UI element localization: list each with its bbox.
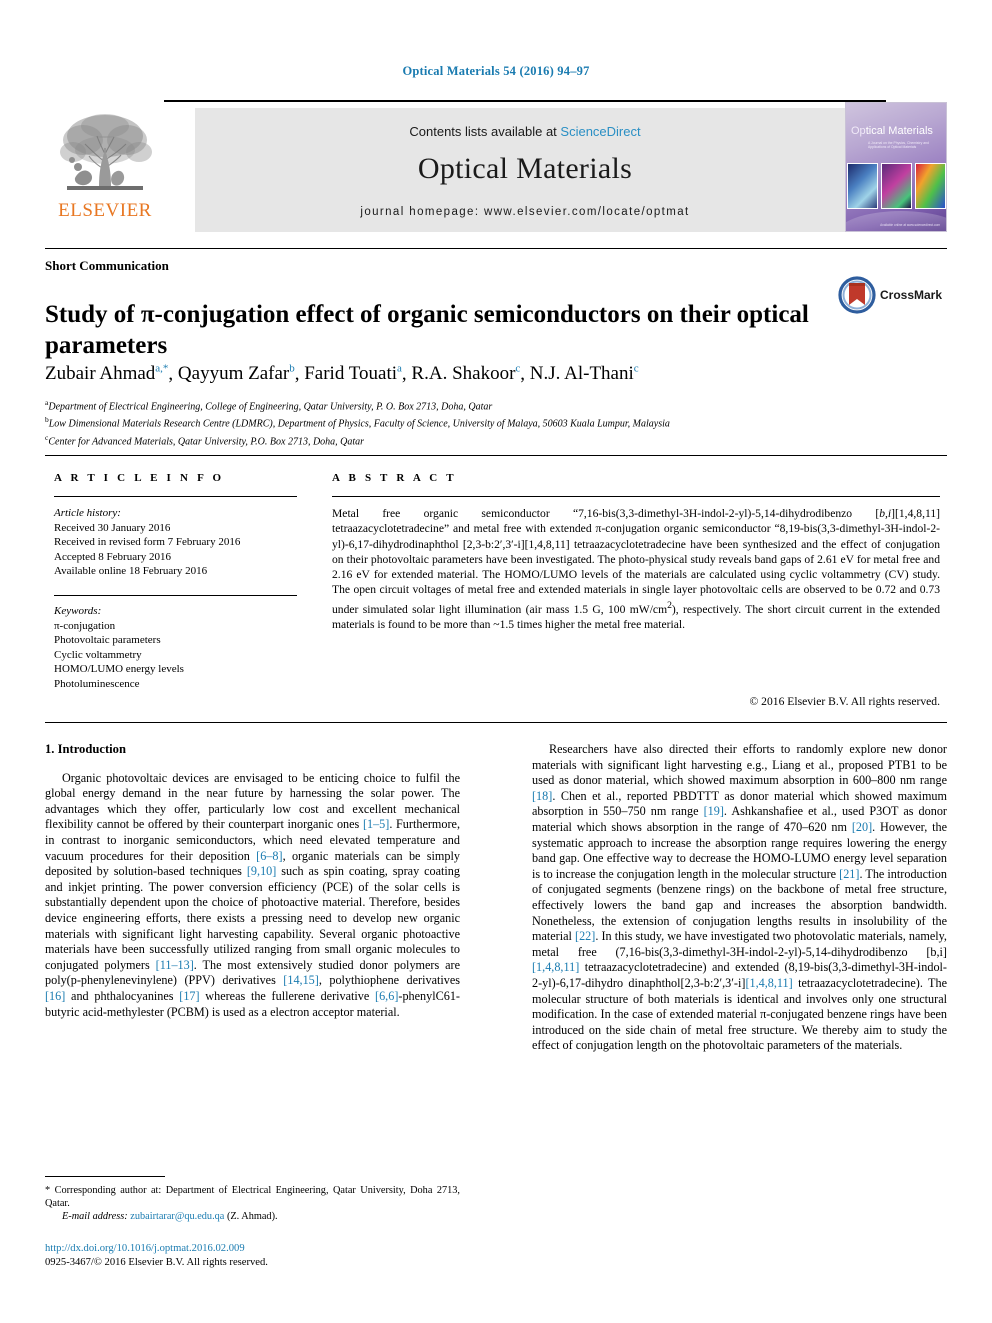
affiliation-c-text: Center for Advanced Materials, Qatar Uni…	[48, 435, 365, 447]
affiliation-a-text: Department of Electrical Engineering, Co…	[48, 401, 493, 413]
footnote-block: * Corresponding author at: Department of…	[45, 1184, 460, 1224]
page-title: Study of π-conjugation effect of organic…	[45, 300, 809, 359]
body-column-left: 1. Introduction Organic photovoltaic dev…	[45, 742, 460, 1020]
article-history-label: Article history:	[54, 507, 121, 519]
author-1-name: Zubair Ahmad	[45, 363, 156, 385]
keywords-label: Keywords:	[54, 605, 102, 617]
email-label: E-mail address:	[62, 1211, 128, 1223]
affiliation-b-text: Low Dimensional Materials Research Centr…	[48, 418, 670, 430]
intro-paragraph-left: Organic photovoltaic devices are envisag…	[45, 770, 461, 1019]
journal-cover-thumbnail: Optical Materials A Journal on the Physi…	[845, 102, 947, 232]
doi-link[interactable]: http://dx.doi.org/10.1016/j.optmat.2016.…	[45, 1242, 465, 1256]
author-4-marks: c	[515, 363, 521, 375]
cover-subtitle: A Journal on the Physics, Chemistry and …	[868, 141, 929, 150]
email-owner: (Z. Ahmad).	[226, 1211, 278, 1223]
article-info-heading: A R T I C L E I N F O	[54, 472, 225, 484]
info-heading-rule	[54, 496, 297, 497]
elsevier-tree-icon	[60, 114, 152, 190]
author-1-marks: a,*	[155, 363, 169, 375]
history-item-1: Received in revised form 7 February 2016	[54, 536, 241, 549]
footnote-rule	[45, 1176, 165, 1177]
affiliation-c: cCenter for Advanced Materials, Qatar Un…	[45, 431, 935, 448]
keyword-1: Photovoltaic parameters	[54, 634, 161, 647]
abstract-heading: A B S T R A C T	[332, 472, 457, 484]
email-link[interactable]: zubairtarar@qu.edu.qa	[130, 1211, 224, 1222]
journal-homepage-link[interactable]: journal homepage: www.elsevier.com/locat…	[195, 206, 855, 218]
cover-image-strip	[846, 163, 946, 209]
affiliation-a: aDepartment of Electrical Engineering, C…	[45, 396, 935, 413]
section-heading-introduction: 1. Introduction	[45, 742, 126, 756]
affiliation-b: bLow Dimensional Materials Research Cent…	[45, 413, 935, 430]
email-line: E-mail address: zubairtarar@qu.edu.qa (Z…	[45, 1210, 460, 1223]
info-bottom-rule	[45, 722, 947, 723]
crossmark-label: CrossMark	[880, 288, 943, 302]
author-3-marks: a	[397, 363, 402, 375]
issn-copyright-line: 0925-3467/© 2016 Elsevier B.V. All right…	[45, 1256, 268, 1268]
journal-masthead: ELSEVIER Contents lists available at Sci…	[45, 100, 947, 232]
author-2-marks: b	[289, 363, 295, 375]
elsevier-logo: ELSEVIER	[45, 108, 165, 232]
journal-article-page: Optical Materials 54 (2016) 94–97 ELSEVI…	[0, 0, 992, 1323]
crossmark-icon	[838, 276, 876, 314]
history-item-2: Accepted 8 February 2016	[54, 550, 171, 563]
author-3: Farid Touatia	[304, 363, 402, 384]
history-item-3: Available online 18 February 2016	[54, 565, 208, 578]
author-2: Qayyum Zafarb	[178, 363, 295, 384]
author-2-name: Qayyum Zafar	[177, 363, 290, 385]
contents-prefix: Contents lists available at	[409, 124, 561, 139]
journal-banner: Contents lists available at ScienceDirec…	[195, 108, 855, 232]
sciencedirect-link[interactable]: ScienceDirect	[560, 124, 640, 139]
body-column-right: Researchers have also directed their eff…	[532, 742, 947, 1054]
author-5-marks: c	[633, 363, 639, 375]
elsevier-wordmark: ELSEVIER	[58, 200, 152, 221]
keyword-4: Photoluminescence	[54, 677, 140, 690]
masthead-top-rule	[164, 100, 886, 102]
title-top-rule	[45, 248, 947, 249]
author-5-name: N.J. Al-Thani	[529, 363, 634, 385]
keyword-0: π-conjugation	[54, 619, 116, 632]
author-5: N.J. Al-Thanic	[530, 363, 639, 384]
author-4-name: R.A. Shakoor	[411, 363, 516, 385]
cover-thumb-2	[881, 163, 912, 209]
keywords-rule	[54, 595, 297, 596]
journal-title: Optical Materials	[417, 152, 633, 185]
affiliation-list: aDepartment of Electrical Engineering, C…	[45, 396, 935, 448]
author-3-name: Farid Touati	[304, 363, 398, 385]
contents-lists-line: Contents lists available at ScienceDirec…	[195, 124, 855, 139]
cover-thumb-1	[847, 163, 878, 209]
keyword-2: Cyclic voltammetry	[54, 648, 142, 661]
abstract-text: Metal free organic semiconductor “7,16-b…	[332, 507, 940, 631]
abstract-copyright: © 2016 Elsevier B.V. All rights reserved…	[749, 695, 940, 708]
intro-paragraph-right: Researchers have also directed their eff…	[532, 742, 947, 1053]
info-top-rule	[45, 455, 947, 456]
abstract-heading-rule	[332, 496, 940, 497]
article-section-type: Short Communication	[45, 258, 169, 273]
author-4: R.A. Shakoorc	[411, 363, 520, 384]
article-history: Article history: Received 30 January 201…	[54, 506, 304, 579]
crossmark-badge[interactable]: CrossMark	[838, 276, 942, 316]
cover-thumb-3	[915, 163, 946, 209]
cover-title-light: Op	[851, 125, 866, 137]
keyword-3: HOMO/LUMO energy levels	[54, 663, 184, 676]
keyword-list: Keywords: π-conjugation Photovoltaic par…	[54, 604, 304, 692]
author-list: Zubair Ahmada,*, Qayyum Zafarb, Farid To…	[45, 363, 639, 385]
cover-wave-decoration	[846, 211, 946, 231]
running-head: Optical Materials 54 (2016) 94–97	[402, 64, 590, 78]
cover-title: Optical Materials	[851, 125, 933, 137]
publication-footer: http://dx.doi.org/10.1016/j.optmat.2016.…	[45, 1242, 465, 1269]
cover-title-rest: tical Materials	[865, 125, 933, 137]
author-1: Zubair Ahmada,*	[45, 363, 168, 384]
cover-footer-text: Available online at www.sciencedirect.co…	[880, 223, 940, 227]
history-item-0: Received 30 January 2016	[54, 521, 171, 534]
corresponding-author-note: * Corresponding author at: Department of…	[45, 1185, 460, 1210]
